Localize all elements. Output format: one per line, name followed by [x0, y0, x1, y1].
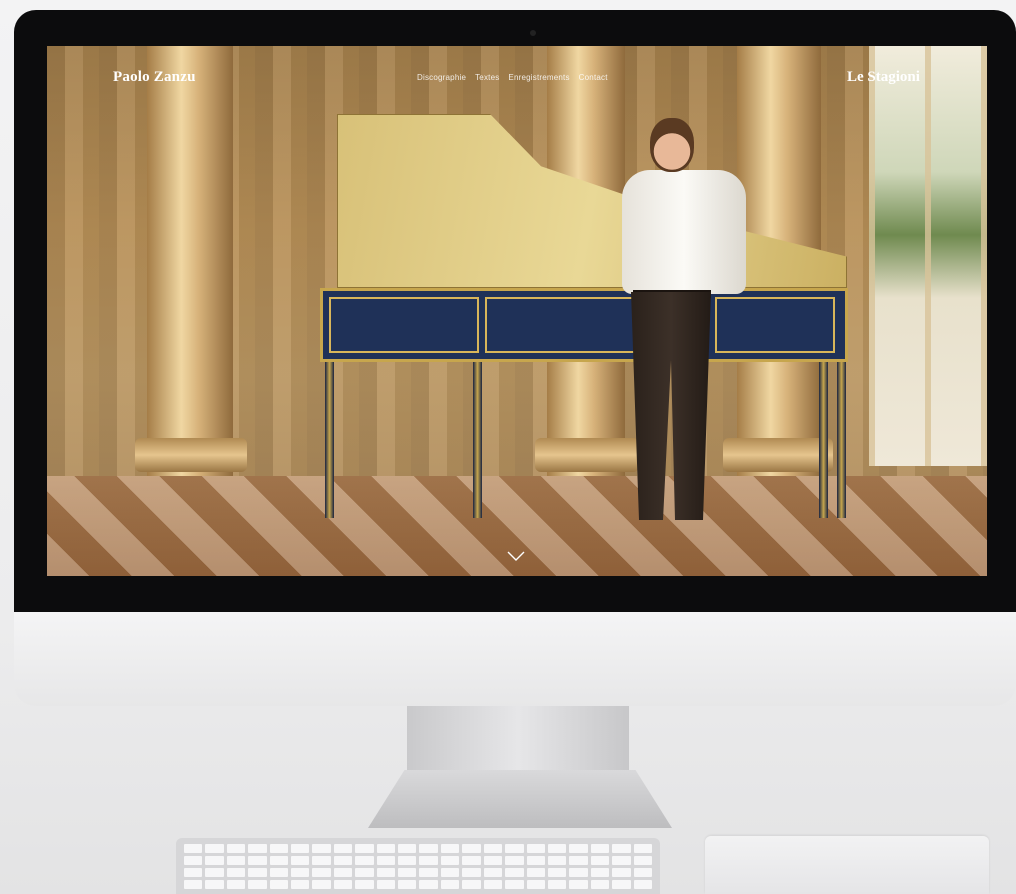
- monitor-chin: [14, 612, 1016, 706]
- monitor-stand-foot: [368, 770, 672, 828]
- nav-link-textes[interactable]: Textes: [475, 73, 499, 82]
- harpsichord-leg: [325, 362, 334, 518]
- harpsichord-leg: [837, 362, 846, 518]
- case-panel-left: [329, 297, 479, 353]
- site-brand-link[interactable]: Paolo Zanzu: [113, 69, 196, 86]
- main-nav: Discographie Textes Enregistrements Cont…: [417, 73, 608, 82]
- column-base-right: [723, 438, 833, 472]
- case-panel-center: [485, 297, 655, 353]
- camera: [530, 30, 536, 36]
- column-base-center: [535, 438, 639, 472]
- website-screen: Paolo Zanzu Discographie Textes Enregist…: [47, 46, 987, 576]
- nav-link-enregistrements[interactable]: Enregistrements: [508, 73, 569, 82]
- ensemble-link[interactable]: Le Stagioni: [847, 69, 920, 86]
- nav-link-discographie[interactable]: Discographie: [417, 73, 466, 82]
- musician-shirt: [622, 170, 746, 294]
- musician-head: [650, 118, 694, 172]
- harpsichord-leg: [819, 362, 828, 518]
- harpsichord-case: [320, 288, 848, 362]
- column-left: [147, 46, 233, 476]
- harpsichord-leg: [473, 362, 482, 518]
- keyboard: [176, 838, 660, 894]
- trackpad: [705, 836, 989, 894]
- window-frame: [869, 46, 987, 466]
- chevron-down-icon[interactable]: [506, 549, 526, 563]
- case-panel-right: [715, 297, 835, 353]
- nav-link-contact[interactable]: Contact: [579, 73, 608, 82]
- column-base-left: [135, 438, 247, 472]
- monitor-stand-neck: [407, 706, 629, 780]
